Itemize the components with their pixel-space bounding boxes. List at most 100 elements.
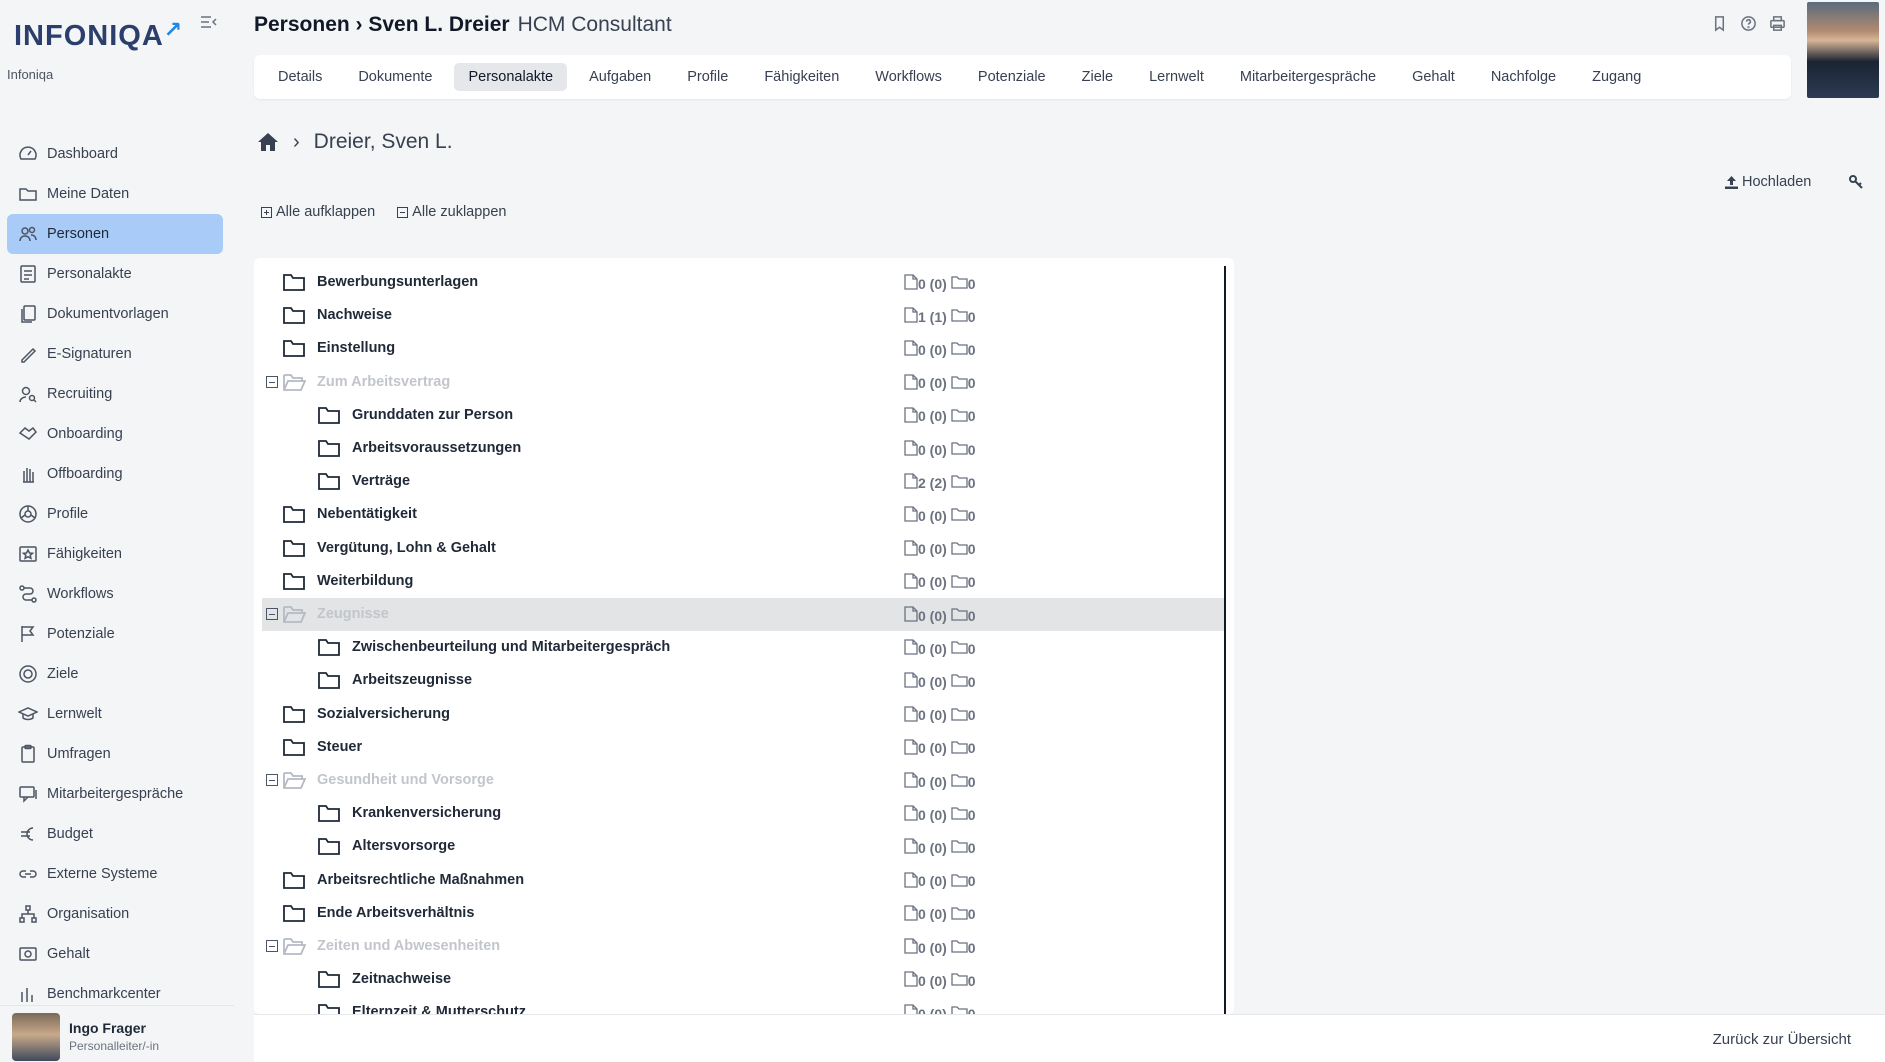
tree-row[interactable]: Zwischenbeurteilung und Mitarbeitergespr…	[262, 631, 1224, 664]
file-count: 0 (0)	[918, 806, 947, 823]
tree-row[interactable]: Krankenversicherung 0 (0) 0	[262, 797, 1224, 830]
tree-row[interactable]: Altersvorsorge 0 (0) 0	[262, 830, 1224, 863]
sidebar-item-personen[interactable]: Personen	[7, 214, 223, 254]
tree-row[interactable]: Zum Arbeitsvertrag 0 (0) 0	[262, 366, 1224, 399]
tree-row[interactable]: Weiterbildung 0 (0) 0	[262, 565, 1224, 598]
sidebar-item-budget[interactable]: Budget	[7, 814, 223, 854]
page-subtitle: HCM Consultant	[517, 13, 672, 36]
sidebar-item-label: Onboarding	[47, 426, 123, 442]
collapse-toggle-icon[interactable]	[266, 940, 278, 952]
file-count: 0 (0)	[918, 1005, 947, 1014]
tab-profile[interactable]: Profile	[673, 63, 742, 91]
file-count: 0 (0)	[918, 640, 947, 657]
collapse-sidebar-icon[interactable]	[199, 14, 219, 30]
subfolder-icon	[951, 806, 968, 823]
sidebar-item-ziele[interactable]: Ziele	[7, 654, 223, 694]
tab-lernwelt[interactable]: Lernwelt	[1135, 63, 1218, 91]
expand-all-button[interactable]: Alle aufklappen	[261, 204, 375, 220]
tree-row[interactable]: Zeiten und Abwesenheiten 0 (0) 0	[262, 930, 1224, 963]
app-logo[interactable]: INFONIQA↗	[14, 17, 183, 53]
folder-label: Arbeitsvoraussetzungen	[352, 440, 522, 456]
help-icon[interactable]	[1740, 15, 1758, 33]
top-actions	[1711, 15, 1787, 33]
file-count: 0 (0)	[918, 375, 947, 392]
sidebar-item-mitarbeitergespräche[interactable]: Mitarbeitergespräche	[7, 774, 223, 814]
folder-counts: 0 (0) 0	[904, 573, 976, 592]
tab-nachfolge[interactable]: Nachfolge	[1477, 63, 1570, 91]
tree-row[interactable]: Zeugnisse 0 (0) 0	[262, 598, 1224, 631]
tab-fähigkeiten[interactable]: Fähigkeiten	[750, 63, 853, 91]
tab-ziele[interactable]: Ziele	[1068, 63, 1127, 91]
sidebar-item-externe-systeme[interactable]: Externe Systeme	[7, 854, 223, 894]
subfolder-count: 0	[967, 707, 976, 724]
folder-icon	[17, 183, 39, 205]
tree-row[interactable]: Elternzeit & Mutterschutz 0 (0) 0	[262, 996, 1224, 1014]
file-count: 0 (0)	[918, 972, 947, 989]
sidebar-item-e-signaturen[interactable]: E-Signaturen	[7, 334, 223, 374]
sidebar-item-organisation[interactable]: Organisation	[7, 894, 223, 934]
person-photo[interactable]	[1807, 2, 1879, 98]
upload-button[interactable]: Hochladen	[1725, 174, 1811, 190]
tab-personalakte[interactable]: Personalakte	[454, 63, 568, 91]
sidebar-item-recruiting[interactable]: Recruiting	[7, 374, 223, 414]
collapse-toggle-icon[interactable]	[266, 375, 278, 388]
collapse-toggle-icon[interactable]	[266, 774, 278, 786]
sidebar-item-label: Personalakte	[47, 266, 132, 282]
sidebar-item-label: Fähigkeiten	[47, 546, 122, 562]
sidebar-item-fähigkeiten[interactable]: Fähigkeiten	[7, 534, 223, 574]
sidebar-item-workflows[interactable]: Workflows	[7, 574, 223, 614]
tree-row[interactable]: Arbeitszeugnisse 0 (0) 0	[262, 664, 1224, 697]
tree-row[interactable]: Verträge 2 (2) 0	[262, 465, 1224, 498]
folder-icon	[282, 538, 306, 558]
tab-potenziale[interactable]: Potenziale	[964, 63, 1060, 91]
tree-row[interactable]: Nebentätigkeit 0 (0) 0	[262, 498, 1224, 531]
graduation-cap-icon	[17, 703, 39, 725]
tree-scrollbar[interactable]	[1224, 266, 1226, 1014]
tree-row[interactable]: Sozialversicherung 0 (0) 0	[262, 698, 1224, 731]
sidebar-item-meine-daten[interactable]: Meine Daten	[7, 174, 223, 214]
tab-dokumente[interactable]: Dokumente	[344, 63, 446, 91]
sidebar-item-umfragen[interactable]: Umfragen	[7, 734, 223, 774]
tree-row[interactable]: Vergütung, Lohn & Gehalt 0 (0) 0	[262, 532, 1224, 565]
tree-row[interactable]: Einstellung 0 (0) 0	[262, 332, 1224, 365]
bottom-bar: Zurück zur Übersicht	[254, 1014, 1885, 1062]
sidebar-item-lernwelt[interactable]: Lernwelt	[7, 694, 223, 734]
tab-zugang[interactable]: Zugang	[1578, 63, 1655, 91]
tree-row[interactable]: Nachweise 1 (1) 0	[262, 299, 1224, 332]
sidebar-item-offboarding[interactable]: Offboarding	[7, 454, 223, 494]
tab-mitarbeitergespräche[interactable]: Mitarbeitergespräche	[1226, 63, 1390, 91]
collapse-toggle-icon[interactable]	[266, 608, 278, 620]
user-role: Personalleiter/-in	[69, 1039, 160, 1053]
tree-row[interactable]: Gesundheit und Vorsorge 0 (0) 0	[262, 764, 1224, 797]
collapse-all-button[interactable]: Alle zuklappen	[397, 204, 507, 220]
tree-row[interactable]: Steuer 0 (0) 0	[262, 731, 1224, 764]
tree-row[interactable]: Grunddaten zur Person 0 (0) 0	[262, 399, 1224, 432]
tab-workflows[interactable]: Workflows	[861, 63, 956, 91]
current-user[interactable]: Ingo Frager Personalleiter/-in	[0, 1005, 234, 1062]
subfolder-icon	[951, 873, 968, 890]
sidebar-item-profile[interactable]: Profile	[7, 494, 223, 534]
sidebar-item-benchmarkcenter[interactable]: Benchmarkcenter	[7, 974, 223, 1002]
sidebar-item-potenziale[interactable]: Potenziale	[7, 614, 223, 654]
tree-row[interactable]: Ende Arbeitsverhältnis 0 (0) 0	[262, 897, 1224, 930]
sidebar-item-dokumentvorlagen[interactable]: Dokumentvorlagen	[7, 294, 223, 334]
key-icon[interactable]	[1848, 174, 1864, 190]
tree-row[interactable]: Bewerbungsunterlagen 0 (0) 0	[262, 266, 1224, 299]
file-icon	[904, 705, 918, 725]
tab-gehalt[interactable]: Gehalt	[1398, 63, 1469, 91]
tab-details[interactable]: Details	[264, 63, 336, 91]
tab-aufgaben[interactable]: Aufgaben	[575, 63, 665, 91]
sidebar-item-label: Potenziale	[47, 626, 115, 642]
sidebar-item-onboarding[interactable]: Onboarding	[7, 414, 223, 454]
sidebar-item-dashboard[interactable]: Dashboard	[7, 134, 223, 174]
print-icon[interactable]	[1769, 15, 1787, 33]
sidebar-item-personalakte[interactable]: Personalakte	[7, 254, 223, 294]
tree-row[interactable]: Zeitnachweise 0 (0) 0	[262, 963, 1224, 996]
bookmark-icon[interactable]	[1711, 15, 1729, 33]
folder-counts: 0 (0) 0	[904, 938, 976, 957]
sidebar-item-gehalt[interactable]: Gehalt	[7, 934, 223, 974]
home-icon[interactable]	[257, 132, 279, 152]
tree-row[interactable]: Arbeitsrechtliche Maßnahmen 0 (0) 0	[262, 864, 1224, 897]
tree-row[interactable]: Arbeitsvoraussetzungen 0 (0) 0	[262, 432, 1224, 465]
back-to-overview-button[interactable]: Zurück zur Übersicht	[1713, 1031, 1851, 1048]
